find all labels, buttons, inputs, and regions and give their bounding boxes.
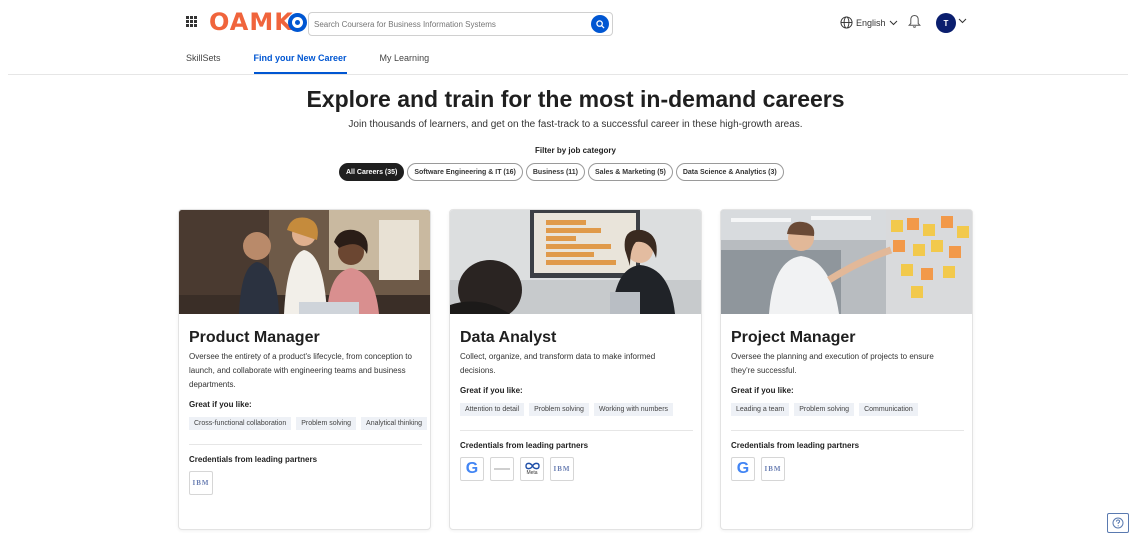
tab-my-learning[interactable]: My Learning <box>380 46 430 74</box>
tab-find-your-new-career[interactable]: Find your New Career <box>253 46 347 74</box>
ibm-logo: IBM <box>189 471 213 495</box>
skill-tag: Analytical thinking <box>361 417 428 430</box>
page-subtitle: Join thousands of learners, and get on t… <box>348 119 803 130</box>
google-logo: G <box>731 457 755 481</box>
tab-skillsets[interactable]: SkillSets <box>186 46 221 74</box>
search-button[interactable] <box>591 15 609 33</box>
help-icon <box>1112 517 1124 529</box>
search-box <box>308 12 613 36</box>
ibm-logo: IBM <box>761 457 785 481</box>
skill-tag: Problem solving <box>296 417 357 430</box>
great-if-you-like-heading: Great if you like: <box>731 386 794 395</box>
great-if-you-like-heading: Great if you like: <box>189 400 252 409</box>
skill-tags: Attention to detail Problem solving Work… <box>460 403 700 416</box>
chevron-down-icon[interactable] <box>958 18 967 24</box>
career-description: Oversee the planning and execution of pr… <box>731 352 934 375</box>
career-card-data-analyst[interactable]: Data Analyst Collect, organize, and tran… <box>449 209 702 530</box>
skill-tags: Leading a team Problem solving Communica… <box>731 403 971 416</box>
credentials-heading: Credentials from leading partners <box>731 441 860 450</box>
card-divider <box>460 430 693 431</box>
career-title[interactable]: Data Analyst <box>460 329 691 347</box>
skill-tag: Working with numbers <box>593 403 674 416</box>
notifications-bell-icon[interactable] <box>908 14 921 29</box>
page-title: Explore and train for the most in-demand… <box>306 86 845 112</box>
filter-chip-software-engineering[interactable]: Software Engineering & IT (16) <box>407 163 523 181</box>
credentials-heading: Credentials from leading partners <box>460 441 589 450</box>
tabs-divider <box>8 74 1128 75</box>
globe-icon <box>840 16 853 29</box>
apps-grid-icon[interactable] <box>186 16 197 27</box>
partner-logos: G Meta IBM <box>460 457 691 481</box>
career-title[interactable]: Project Manager <box>731 329 962 347</box>
career-card-image <box>179 210 430 314</box>
language-label: English <box>856 17 886 28</box>
skill-tag: Problem solving <box>529 403 589 416</box>
filter-chip-business[interactable]: Business (11) <box>525 163 586 181</box>
partner-logos: IBM <box>189 471 420 495</box>
career-card-project-manager[interactable]: Project Manager Oversee the planning and… <box>720 209 973 530</box>
skill-tag: Communication <box>859 403 918 416</box>
coursera-logo-icon[interactable] <box>288 13 307 32</box>
filter-chip-all-careers[interactable]: All Careers (35) <box>339 163 405 181</box>
google-logo: G <box>460 457 484 481</box>
search-input[interactable] <box>314 16 584 32</box>
filter-chip-data-science[interactable]: Data Science & Analytics (3) <box>675 163 784 181</box>
career-card-product-manager[interactable]: Product Manager Oversee the entirety of … <box>178 209 431 530</box>
meta-logo: Meta <box>520 457 544 481</box>
career-card-image <box>721 210 972 314</box>
career-title[interactable]: Product Manager <box>189 329 420 347</box>
filter-chip-sales-marketing[interactable]: Sales & Marketing (5) <box>588 163 673 181</box>
chevron-down-icon <box>889 20 897 25</box>
meta-infinity-icon <box>524 462 540 470</box>
oamk-logo[interactable]: OAMK <box>209 8 294 36</box>
nav-tabs: SkillSets Find your New Career My Learni… <box>186 46 462 74</box>
career-description: Oversee the entirety of a product's life… <box>189 352 412 389</box>
career-card-image <box>450 210 701 314</box>
partner-logo <box>490 457 514 481</box>
card-divider <box>189 444 422 445</box>
skill-tag: Leading a team <box>731 403 790 416</box>
credentials-heading: Credentials from leading partners <box>189 455 318 464</box>
great-if-you-like-heading: Great if you like: <box>460 386 523 395</box>
career-description: Collect, organize, and transform data to… <box>460 352 656 375</box>
search-icon <box>595 19 605 29</box>
skill-tag: Attention to detail <box>460 403 525 416</box>
card-divider <box>731 430 964 431</box>
user-avatar[interactable]: T <box>936 13 956 33</box>
ibm-logo: IBM <box>550 457 574 481</box>
skill-tags: Cross-functional collaboration Problem s… <box>189 417 429 430</box>
partner-logos: G IBM <box>731 457 962 481</box>
skill-tag: Cross-functional collaboration <box>189 417 292 430</box>
top-bar: OAMK English T <box>0 0 1135 46</box>
filter-label: Filter by job category <box>535 146 616 155</box>
language-selector[interactable]: English <box>840 16 898 29</box>
filter-chips: All Careers (35) Software Engineering & … <box>339 163 784 181</box>
skill-tag: Problem solving <box>794 403 855 416</box>
help-button[interactable] <box>1107 513 1129 533</box>
